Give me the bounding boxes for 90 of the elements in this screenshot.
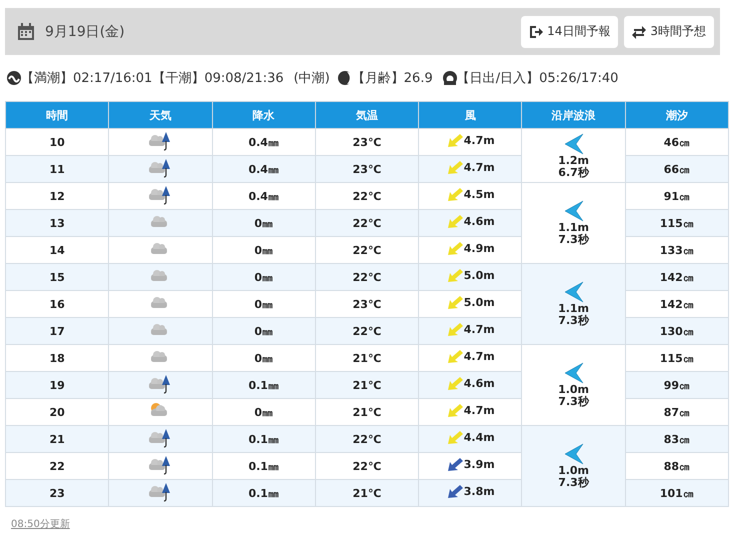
wind-speed: 4.7m [464, 161, 495, 174]
temperature-cell: 23℃ [315, 156, 419, 182]
moon-age: 26.9 [404, 70, 433, 86]
hour-cell: 21 [6, 426, 109, 452]
forecast-14day-button[interactable]: 14日間予報 [521, 16, 618, 48]
tide-cell: 101㎝ [625, 480, 728, 506]
wind-speed: 4.7m [464, 323, 495, 336]
tide-cell: 142㎝ [625, 264, 728, 290]
moon-age-label: 【月齢】 [352, 70, 404, 87]
temperature-cell: 22℃ [315, 210, 419, 236]
hour-cell: 17 [6, 318, 109, 344]
column-header: 風 [418, 102, 522, 128]
forecast-3hour-button[interactable]: 3時間予想 [624, 16, 714, 48]
sun-label: 【日出/日入】 [456, 70, 540, 87]
tide-cell: 66㎝ [625, 156, 728, 182]
wave-period: 7.3秒 [558, 396, 589, 408]
sun-times: 05:26/17:40 [539, 70, 618, 86]
wind-speed: 5.0m [464, 296, 495, 309]
wind-speed: 5.0m [464, 269, 495, 282]
moon-icon [338, 71, 352, 85]
temperature-cell: 21℃ [315, 480, 419, 506]
wave-period: 7.3秒 [558, 234, 589, 246]
cloud-umbrella-icon [148, 374, 172, 394]
wind-speed: 4.7m [464, 404, 495, 417]
column-header: 気温 [315, 102, 419, 128]
cloud-umbrella-icon [148, 184, 172, 204]
temperature-cell: 22℃ [315, 426, 419, 452]
date-label: 9月19日(金) [45, 22, 126, 40]
arrow-icon [564, 132, 584, 154]
precipitation-cell: 0.1㎜ [212, 426, 316, 452]
tide-cell: 83㎝ [625, 426, 728, 452]
cloud-umbrella-icon [148, 482, 172, 502]
precipitation-cell: 0.1㎜ [212, 480, 316, 506]
wind-speed: 4.7m [464, 350, 495, 363]
wind-speed: 4.6m [464, 377, 495, 390]
precipitation-cell: 0.4㎜ [212, 156, 316, 182]
wind-speed: 4.9m [464, 242, 495, 255]
column-header: 時間 [6, 102, 109, 128]
column-header: 降水 [212, 102, 316, 128]
wave-period: 6.7秒 [558, 166, 589, 178]
wave-icon [7, 71, 21, 85]
arrow-icon [564, 362, 584, 384]
tide-cell: 99㎝ [625, 372, 728, 398]
hour-cell: 19 [6, 372, 109, 398]
wind-speed: 4.7m [464, 134, 495, 147]
low-tide-label: 【干潮】 [152, 70, 204, 87]
precipitation-cell: 0.1㎜ [212, 372, 316, 398]
temperature-cell: 22℃ [315, 318, 419, 344]
update-time-link[interactable]: 08:50分更新 [11, 519, 70, 530]
wind-speed: 4.4m [464, 431, 495, 444]
column-header: 沿岸波浪 [522, 102, 626, 128]
wind-speed: 4.5m [464, 188, 495, 201]
tide-cell: 115㎝ [625, 210, 728, 236]
temperature-cell: 22℃ [315, 264, 419, 290]
wave-height: 1.0m [558, 384, 590, 396]
column-header: 潮汐 [625, 102, 728, 128]
arrow-icon [564, 281, 584, 303]
tide-cell: 130㎝ [625, 318, 728, 344]
exit-icon [529, 24, 544, 38]
tide-type: (中潮) [294, 70, 330, 87]
wave-height: 1.1m [558, 222, 590, 234]
sunrise-icon [442, 71, 457, 85]
wind-speed: 3.9m [464, 458, 495, 471]
wave-period: 7.3秒 [558, 477, 589, 489]
hour-cell: 15 [6, 264, 109, 290]
cloud-umbrella-icon [148, 454, 172, 474]
cloud-umbrella-icon [148, 130, 172, 150]
wave-height: 1.1m [558, 303, 590, 315]
wave-height: 1.2m [558, 154, 590, 166]
high-tide-label: 【満潮】 [21, 70, 73, 87]
arrow-icon [564, 200, 584, 222]
cloud-umbrella-icon [148, 158, 172, 178]
hour-cell: 11 [6, 156, 109, 182]
hour-cell: 13 [6, 210, 109, 236]
wave-height: 1.0m [558, 465, 590, 477]
calendar-icon [17, 22, 35, 40]
swap-icon [632, 24, 646, 38]
temperature-cell: 21℃ [315, 372, 419, 398]
precipitation-cell: 0㎜ [212, 318, 316, 344]
wind-speed: 4.6m [464, 215, 495, 228]
precipitation-cell: 0㎜ [212, 210, 316, 236]
column-header: 天気 [108, 102, 212, 128]
low-tide-times: 09:08/21:36 [204, 70, 284, 86]
wind-speed: 3.8m [464, 485, 495, 498]
arrow-icon [564, 443, 584, 465]
hour-cell: 23 [6, 480, 109, 506]
cloud-umbrella-icon [148, 428, 172, 448]
precipitation-cell: 0㎜ [212, 264, 316, 290]
high-tide-times: 02:17/16:01 [73, 70, 152, 86]
wave-period: 7.3秒 [558, 315, 589, 327]
